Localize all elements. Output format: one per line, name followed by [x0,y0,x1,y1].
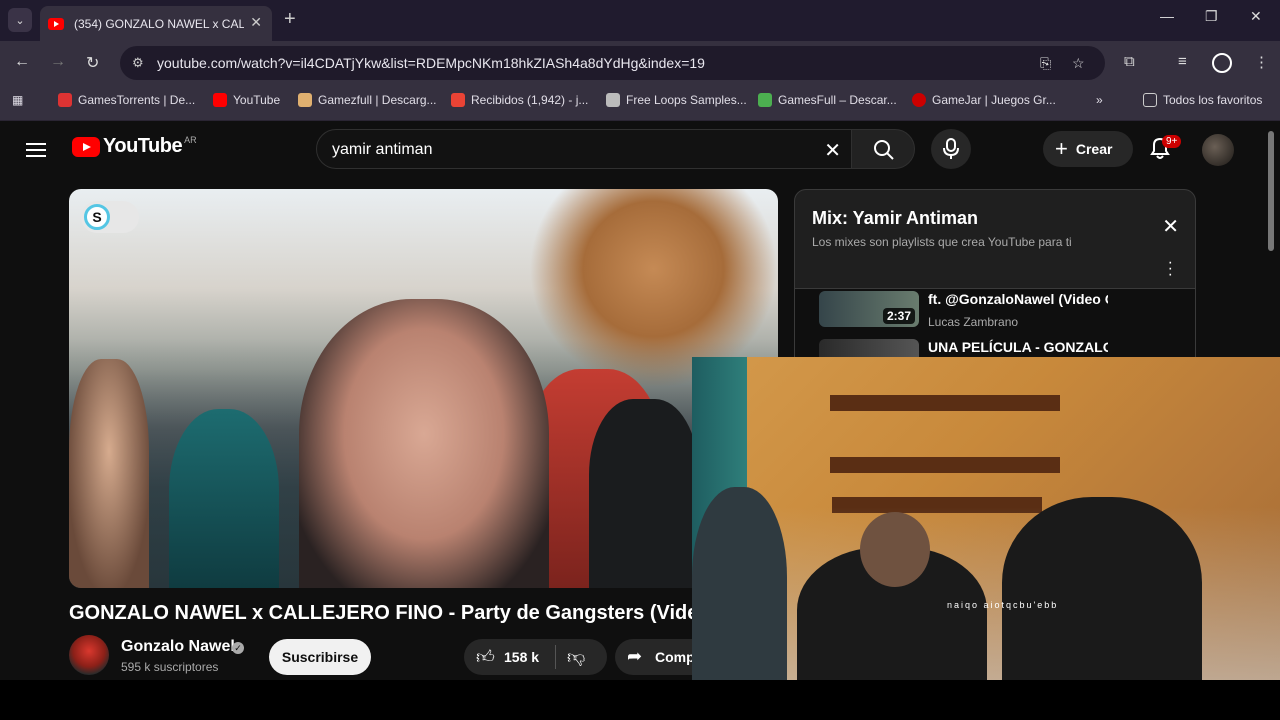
gamezfull-favicon-icon [298,93,312,107]
webcam-caption: naiqo aiotqcbu'ebb [947,600,1059,610]
search-query: yamir antiman [332,141,433,158]
create-button[interactable]: + Crear [1043,131,1133,167]
bookmark-gamestorrents[interactable]: GamesTorrents | De... [58,93,195,107]
youtube-logo[interactable]: YouTube AR [72,135,197,158]
browser-tab[interactable]: (354) GONZALO NAWEL x CALLEJERO FINO ✕ [40,6,272,41]
bookmark-gamesfull[interactable]: GamesFull – Descar... [758,93,897,107]
youtube-favicon-icon [213,93,227,107]
mix-title: Mix: Yamir Antiman [812,208,979,228]
browser-toolbar: ← → ↻ ⚙ youtube.com/watch?v=il4CDATjYkw&… [0,41,1280,85]
bookmark-star-icon[interactable]: ☆ [1072,55,1085,72]
gmail-favicon-icon [451,93,465,107]
video-title: GONZALO NAWEL x CALLEJERO FINO - Party d… [69,602,709,624]
gamesfull-favicon-icon [758,93,772,107]
subscribe-button[interactable]: Suscribirse [269,639,371,675]
forward-icon[interactable]: → [50,53,66,71]
page-scrollbar[interactable] [1268,131,1274,251]
bookmark-freeloops[interactable]: Free Loops Samples... [606,93,747,107]
tab-search-icon[interactable]: ⌄ [8,8,32,32]
verified-icon: ✓ [232,642,244,654]
gamestorrents-favicon-icon [58,93,72,107]
bookmark-gmail[interactable]: Recibidos (1,942) - j... [451,93,588,107]
hamburger-menu-icon[interactable] [26,139,46,161]
more-bookmarks-icon[interactable]: » [1096,93,1103,107]
bookmarks-bar: ▦ GamesTorrents | De... YouTube Gamezful… [0,85,1280,121]
more-options-icon[interactable]: · · · [1168,255,1173,283]
mix-playlist-panel: Mix: Yamir Antiman Los mixes son playlis… [794,189,1196,369]
mix-item-thumbnail: 2:37 [819,291,919,327]
like-dislike-bar: 👍︎ 158 k 👎︎ [464,639,607,675]
mix-item-title: ft. @GonzaloNawel (Video Oficial) [928,291,1108,307]
toggle-knob: S [84,204,110,230]
youtube-play-icon [72,136,100,157]
back-icon[interactable]: ← [14,53,30,71]
voice-search-button[interactable] [931,129,971,169]
close-tab-icon[interactable]: ✕ [250,14,262,31]
search-button[interactable] [851,129,915,169]
minimize-icon[interactable]: — [1160,8,1174,24]
reload-icon[interactable]: ↻ [86,53,99,73]
notification-badge: 9+ [1162,135,1182,148]
screen: ⌄ (354) GONZALO NAWEL x CALLEJERO FINO ✕… [0,0,1280,720]
browser-tabstrip: ⌄ (354) GONZALO NAWEL x CALLEJERO FINO ✕… [0,0,1280,41]
extensions-icon[interactable]: ⧉ [1124,53,1135,70]
url-text: youtube.com/watch?v=il4CDATjYkw&list=RDE… [157,55,705,71]
account-avatar[interactable] [1202,134,1234,166]
dislike-icon[interactable]: 👎︎ [567,646,585,668]
channel-avatar[interactable] [69,635,109,675]
youtube-favicon-icon [48,17,64,30]
like-icon[interactable]: 👍︎ [476,646,495,668]
browser-menu-icon[interactable]: ⋮ [1254,53,1269,71]
close-mix-icon[interactable]: ✕ [1162,214,1179,239]
install-app-icon[interactable]: ⎘ [1040,55,1051,72]
profile-icon[interactable] [1212,53,1232,73]
tab-title: (354) GONZALO NAWEL x CALLEJERO FINO [74,16,244,31]
folder-icon [1143,93,1157,107]
site-info-icon[interactable]: ⚙ [132,55,144,71]
search-input[interactable]: yamir antiman ✕ [316,129,852,169]
webcam-overlay: naiqo aiotqcbu'ebb [692,357,1280,687]
all-bookmarks[interactable]: Todos los favoritos [1143,93,1262,107]
extension-toggle[interactable]: S [81,201,139,233]
media-control-icon[interactable]: ≡ [1178,53,1187,70]
address-bar[interactable]: ⚙ youtube.com/watch?v=il4CDATjYkw&list=R… [120,46,1105,80]
bookmark-youtube[interactable]: YouTube [213,93,280,107]
mix-item-artist: Lucas Zambrano [928,315,1019,329]
like-count[interactable]: 158 k [504,649,539,665]
clear-search-icon[interactable]: ✕ [824,138,841,163]
mix-item-title: UNA PELÍCULA - GONZALO NAWEL [928,339,1108,355]
new-tab-icon[interactable]: + [284,8,296,31]
subscriber-count: 595 k suscriptores [121,660,219,674]
channel-name[interactable]: Gonzalo Nawel [121,638,235,656]
mix-subtitle: Los mixes son playlists que crea YouTube… [812,235,1072,249]
bookmark-gamejar[interactable]: GameJar | Juegos Gr... [912,93,1056,107]
close-window-icon[interactable]: ✕ [1250,8,1262,25]
duration-badge: 2:37 [882,308,915,324]
microphone-icon [943,138,959,159]
apps-icon[interactable]: ▦ [12,93,23,107]
gamejar-favicon-icon [912,93,926,107]
share-icon: ➦ [627,646,643,666]
plus-icon: + [1055,136,1068,161]
search-icon [874,140,894,160]
bottom-bar [0,680,1280,720]
freeloops-favicon-icon [606,93,620,107]
bookmark-gamezfull[interactable]: Gamezfull | Descarg... [298,93,437,107]
video-player[interactable]: S [69,189,778,588]
restore-icon[interactable]: ❐ [1205,8,1218,25]
